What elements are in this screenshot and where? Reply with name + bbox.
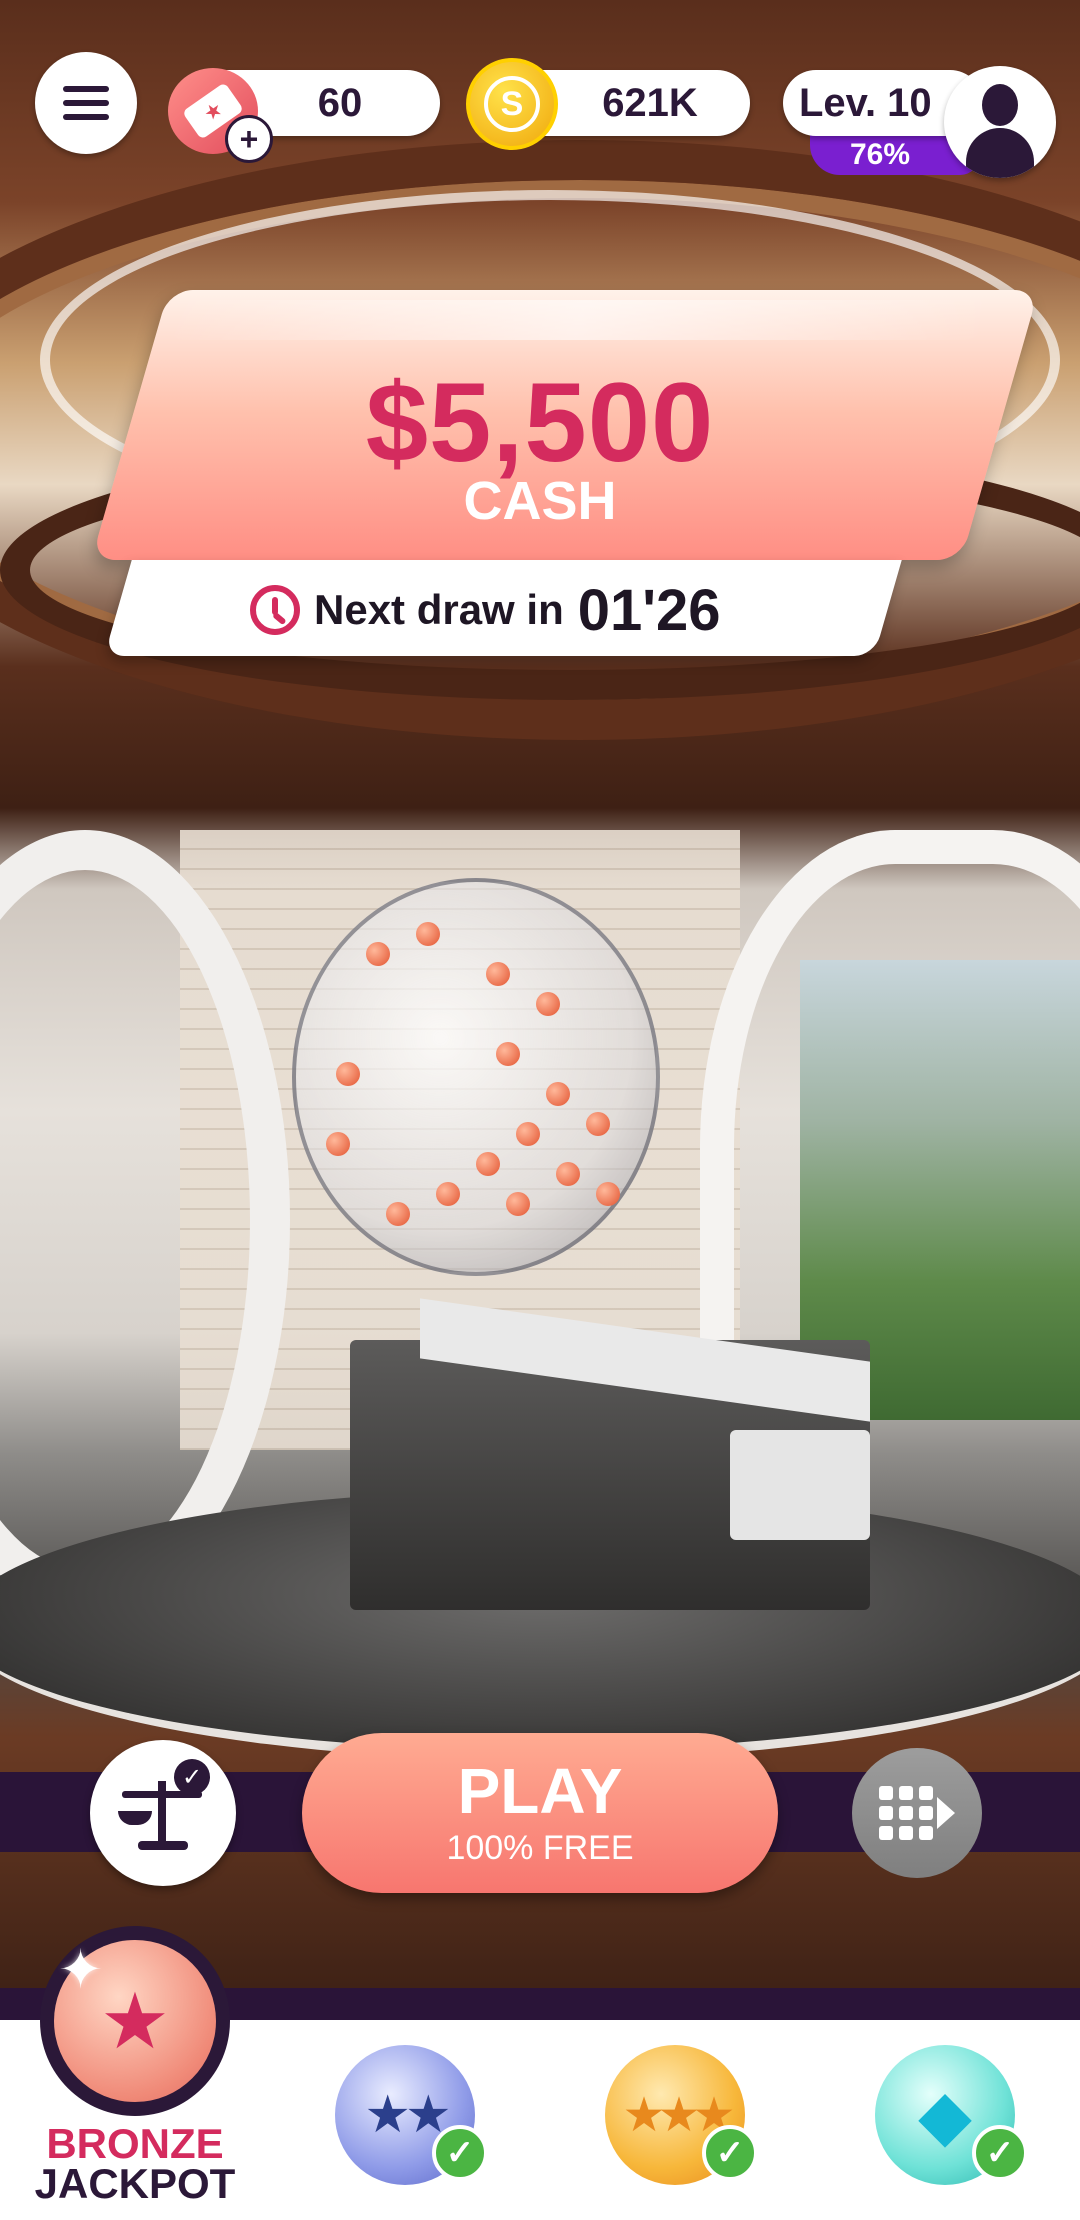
lottery-machine-vent xyxy=(730,1430,870,1540)
play-button[interactable]: PLAY 100% FREE xyxy=(302,1733,778,1893)
user-icon xyxy=(982,84,1018,126)
next-draw-label: Next draw in xyxy=(314,586,564,633)
lottery-ball-globe xyxy=(292,878,660,1276)
next-draw-time: 01'26 xyxy=(577,577,721,643)
arrow-right-icon xyxy=(937,1797,955,1829)
level-progress-text: 76% xyxy=(849,138,911,171)
level-label: Lev. 10 xyxy=(799,80,932,125)
grid-icon xyxy=(879,1786,933,1840)
two-stars-icon: ★★ xyxy=(364,2086,451,2144)
sparkle-icon: ✦ xyxy=(58,1940,104,2000)
check-icon: ✓ xyxy=(972,2125,1028,2181)
grid-forward-button[interactable] xyxy=(852,1748,982,1878)
scale-check-icon: ✓ xyxy=(118,1759,210,1853)
diamond-icon: ◆ xyxy=(918,2076,972,2154)
jackpot-amount: $5,500 xyxy=(365,360,715,485)
tickets-count: 60 xyxy=(317,80,363,125)
tab-bronze-label[interactable]: BRONZE JACKPOT xyxy=(20,2123,250,2205)
rules-button[interactable]: ✓ xyxy=(90,1740,236,1886)
play-subtitle: 100% FREE xyxy=(446,1828,634,1867)
check-icon: ✓ xyxy=(432,2125,488,2181)
add-tickets-icon[interactable]: + xyxy=(225,115,273,163)
clock-icon xyxy=(250,585,300,635)
profile-avatar[interactable] xyxy=(944,66,1056,178)
coin-icon: S xyxy=(466,58,558,150)
check-icon: ✓ xyxy=(702,2125,758,2181)
next-draw-countdown: Next draw in 01'26 xyxy=(250,572,721,648)
prize-type: CASH xyxy=(463,471,617,531)
coins-count: 621K xyxy=(602,80,698,125)
hamburger-icon xyxy=(63,86,109,120)
play-label: PLAY xyxy=(457,1754,623,1827)
star-icon: ★ xyxy=(100,1977,170,2065)
menu-button[interactable] xyxy=(35,52,137,154)
